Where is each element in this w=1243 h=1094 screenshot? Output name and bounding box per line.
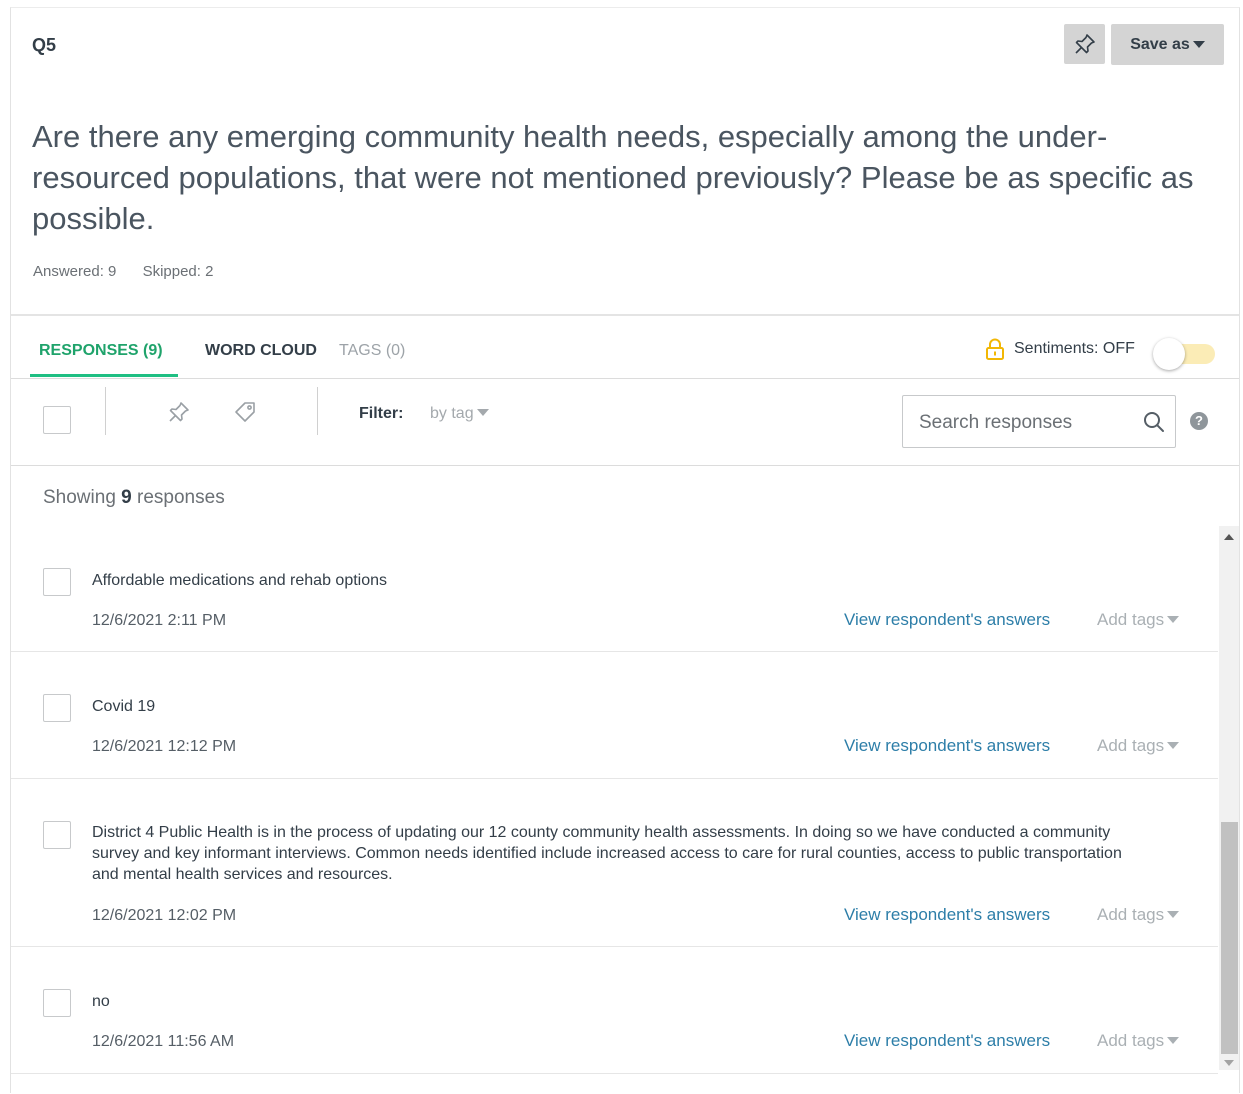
scrollbar-thumb[interactable]: [1221, 822, 1238, 1054]
select-all-checkbox[interactable]: [43, 406, 71, 434]
response-checkbox[interactable]: [43, 989, 71, 1017]
sentiments-toggle[interactable]: [1153, 338, 1215, 370]
add-tags-dropdown[interactable]: Add tags: [1097, 1031, 1180, 1051]
chevron-down-icon: [1167, 616, 1180, 623]
question-card: Q5 Save as Are there any emerging commun…: [10, 7, 1240, 1093]
tab-tags[interactable]: TAGS (0): [339, 342, 405, 360]
tab-responses-label: RESPONSES (9): [39, 342, 163, 359]
help-icon[interactable]: ?: [1190, 412, 1208, 430]
response-date: 12/6/2021 12:12 PM: [92, 738, 237, 755]
answered-count: Answered: 9: [33, 263, 117, 280]
add-tags-dropdown[interactable]: Add tags: [1097, 610, 1180, 630]
response-row: Affordable medications and rehab options…: [11, 526, 1218, 652]
chevron-down-icon: [1192, 41, 1205, 48]
toggle-knob: [1153, 338, 1185, 370]
search-icon[interactable]: [1142, 410, 1166, 434]
view-respondent-answers-link[interactable]: View respondent's answers: [844, 610, 1050, 630]
view-respondent-answers-link[interactable]: View respondent's answers: [844, 736, 1050, 756]
scroll-down-arrow-icon[interactable]: [1224, 1060, 1234, 1066]
view-respondent-answers-link[interactable]: View respondent's answers: [844, 905, 1050, 925]
response-checkbox[interactable]: [43, 694, 71, 722]
showing-prefix: Showing: [43, 487, 116, 508]
toolbar-divider: [317, 387, 318, 435]
chevron-down-icon: [1167, 1037, 1180, 1044]
view-respondent-answers-link[interactable]: View respondent's answers: [844, 1031, 1050, 1051]
question-text: Are there any emerging community health …: [32, 119, 1194, 236]
response-text: District 4 Public Health is in the proce…: [92, 824, 1122, 883]
pin-icon: [1074, 34, 1095, 54]
tab-bar: RESPONSES (9) WORD CLOUD TAGS (0) Sentim…: [11, 314, 1239, 379]
add-tags-label: Add tags: [1097, 736, 1165, 755]
add-tags-dropdown[interactable]: Add tags: [1097, 905, 1180, 925]
search-box: [902, 395, 1176, 449]
scroll-up-arrow-icon[interactable]: [1224, 534, 1234, 540]
response-row: no 12/6/2021 11:56 AM View respondent's …: [11, 947, 1218, 1074]
add-tags-label: Add tags: [1097, 1031, 1165, 1050]
active-tab-indicator: [30, 374, 178, 377]
showing-number: 9: [121, 487, 132, 508]
response-date: 12/6/2021 12:02 PM: [92, 907, 237, 924]
toolbar-divider: [105, 387, 106, 435]
tab-responses[interactable]: RESPONSES (9): [29, 342, 179, 360]
sentiments-control: Sentiments: OFF: [985, 338, 1135, 360]
lock-icon: [986, 338, 1004, 360]
response-date: 12/6/2021 2:11 PM: [92, 612, 227, 629]
response-text: Covid 19: [92, 698, 156, 715]
question-stats: Answered: 9 Skipped: 2: [33, 263, 235, 280]
response-text: no: [92, 993, 110, 1010]
question-number: Q5: [32, 35, 57, 55]
responses-scrollbar[interactable]: [1219, 526, 1239, 1070]
responses-list: Affordable medications and rehab options…: [11, 526, 1218, 1094]
save-as-button[interactable]: Save as: [1111, 24, 1224, 65]
response-text: Affordable medications and rehab options: [92, 572, 388, 589]
chevron-down-icon: [476, 409, 489, 416]
response-row: District 4 Public Health is in the proce…: [11, 779, 1218, 947]
tag-icon[interactable]: [233, 400, 257, 424]
tab-word-cloud[interactable]: WORD CLOUD: [205, 342, 317, 360]
response-checkbox[interactable]: [43, 568, 71, 596]
sentiments-label: Sentiments: OFF: [1014, 340, 1135, 357]
showing-suffix: responses: [137, 487, 225, 508]
search-input[interactable]: [903, 396, 1151, 449]
response-row: Covid 19 12/6/2021 12:12 PM View respond…: [11, 652, 1218, 779]
responses-toolbar: Filter: by tag ?: [11, 379, 1239, 466]
skipped-count: Skipped: 2: [142, 263, 214, 280]
showing-count: Showing 9 responses: [43, 487, 225, 509]
chevron-down-icon: [1167, 911, 1180, 918]
add-tags-label: Add tags: [1097, 905, 1165, 924]
filter-by-tag-dropdown[interactable]: by tag: [430, 405, 489, 423]
response-date: 12/6/2021 11:56 AM: [92, 1033, 235, 1050]
filter-value: by tag: [430, 405, 474, 422]
chevron-down-icon: [1167, 742, 1180, 749]
pin-button[interactable]: [1064, 24, 1105, 64]
filter-label: Filter:: [359, 405, 404, 422]
save-as-label: Save as: [1130, 35, 1190, 53]
add-tags-label: Add tags: [1097, 610, 1165, 629]
add-tags-dropdown[interactable]: Add tags: [1097, 736, 1180, 756]
response-checkbox[interactable]: [43, 821, 71, 849]
pin-icon[interactable]: [167, 400, 191, 424]
